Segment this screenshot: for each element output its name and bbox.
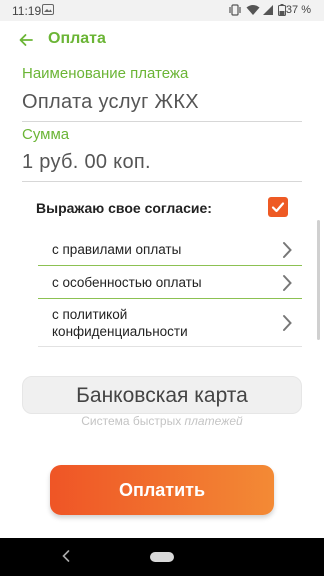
consent-item-payment-rules[interactable]: с правилами оплаты [38,233,302,266]
nav-home-button[interactable] [150,552,174,562]
arrow-back-icon [19,34,33,46]
system-nav-bar [0,538,324,576]
scrollbar[interactable] [317,220,320,340]
payment-name-value: Оплата услуг ЖКХ [22,91,199,113]
battery-percentage: 37 % [285,4,311,16]
chevron-right-icon [283,315,292,331]
signal-icon [262,4,274,20]
divider [38,346,302,347]
chevron-right-icon [283,242,292,258]
chevron-left-icon [62,550,70,562]
sbp-label-italic: платежей [184,414,243,428]
photo-icon [42,4,54,19]
consent-item-privacy-policy[interactable]: с политикой конфиденциальности [38,299,302,347]
page-title: Оплата [48,30,106,47]
consent-title: Выражаю свое согласие: [36,200,212,216]
amount-label: Сумма [22,126,70,143]
sbp-label-text: Система быстрых [81,414,185,428]
consent-checkbox[interactable] [268,197,288,217]
battery-icon [278,4,286,20]
chevron-right-icon [283,275,292,291]
bank-card-button[interactable]: Банковская карта [22,376,302,414]
status-time: 11:19 [12,4,42,18]
payment-name-label: Наименование платежа [22,65,189,82]
payment-name-field[interactable]: Наименование платежа Оплата услуг ЖКХ [22,62,302,122]
consent-item-label: с политикой конфиденциальности [52,307,188,339]
wifi-icon [246,4,260,20]
consent-item-payment-features[interactable]: с особенностью оплаты [38,266,302,299]
nav-back-button[interactable] [62,548,70,566]
vibrate-icon [228,4,242,20]
status-bar: 11:19 37 % [0,0,324,21]
consent-item-label: с особенностью оплаты [52,275,202,290]
amount-value: 1 руб. 00 коп. [22,151,151,173]
app-bar: Оплата [0,21,324,61]
sbp-option[interactable]: Система быстрых платежей [0,414,324,428]
amount-field[interactable]: Сумма 1 руб. 00 коп. [22,122,302,182]
pay-button[interactable]: Оплатить [50,465,274,515]
checkmark-icon [271,202,285,213]
consent-item-label: с правилами оплаты [52,242,182,257]
back-button[interactable] [14,28,38,52]
